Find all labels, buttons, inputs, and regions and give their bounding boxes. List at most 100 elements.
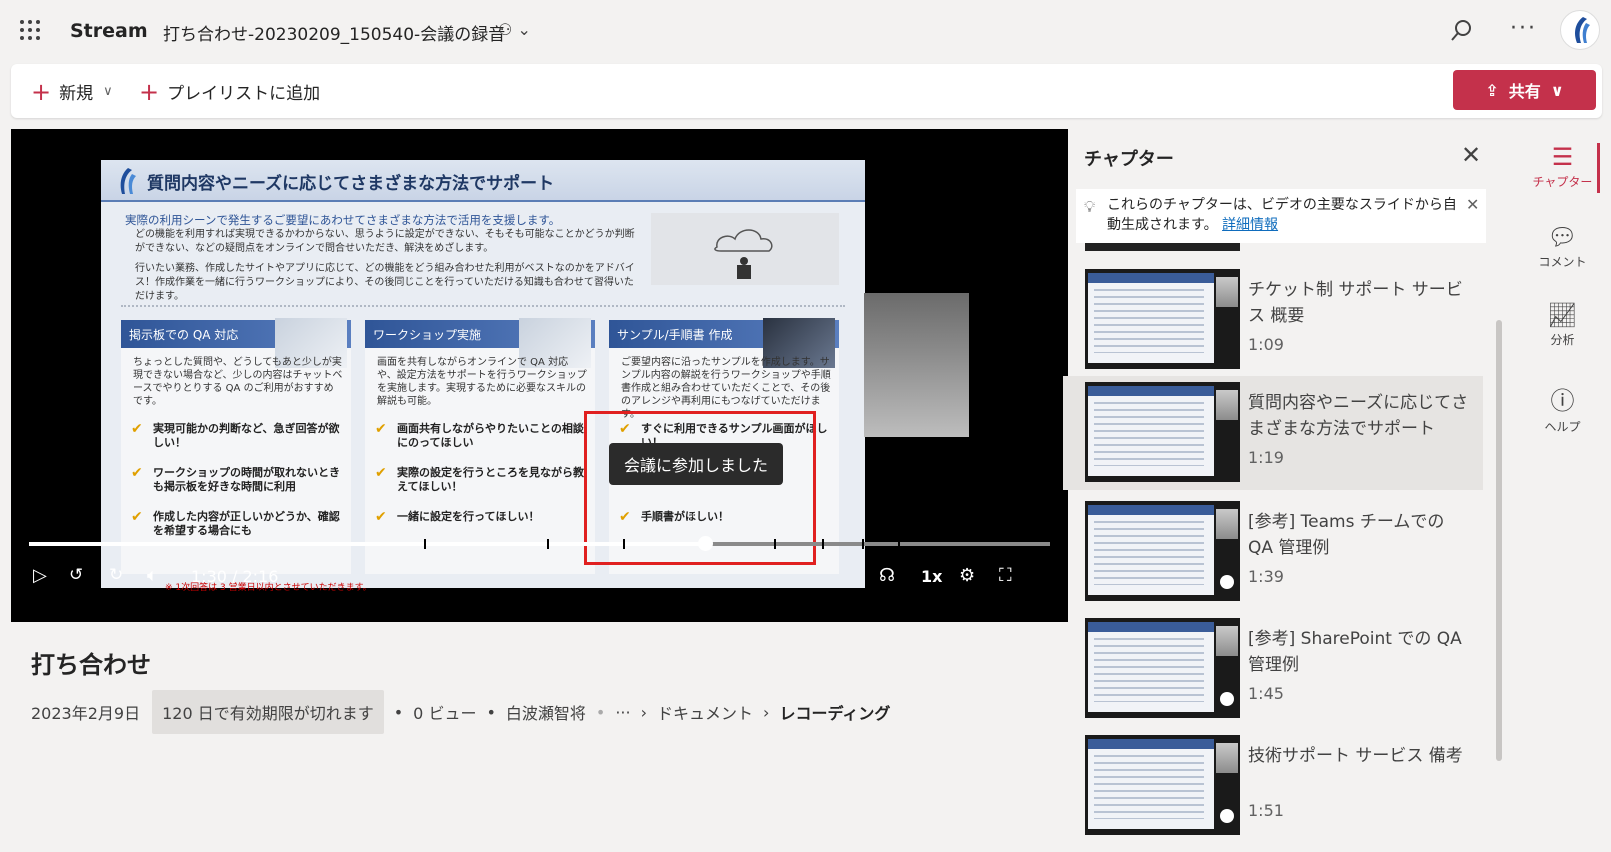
slide-column-qa: 掲示板での QA 対応 ちょっとした質問や、どうしてもあと少しが実現できない場合… [121,318,351,574]
chapter-marker[interactable] [424,539,427,549]
dismiss-icon[interactable]: ✕ [1466,195,1479,214]
chapter-marker[interactable] [622,539,625,549]
separator-dot: • [486,702,496,722]
rail-analytics-label: 分析 [1550,333,1575,347]
slide-header: 質問内容やニーズに応じてさまざまな方法でサポート [101,160,865,202]
app-name[interactable]: Stream [70,20,148,42]
chapter-thumbnail [1085,382,1240,482]
breadcrumb-recordings[interactable]: レコーディング [779,700,890,724]
search-icon[interactable] [1450,18,1474,42]
player-controls: ▷ ↺ ↻ 🔈︎ 1:30 / 2:16 ☊ 1x ⚙ ⛶ [11,561,1068,591]
view-count: 0 ビュー [413,704,477,723]
add-to-playlist-button[interactable]: + プレイリストに追加 [139,77,321,106]
joined-meeting-toast: 会議に参加しました [609,443,783,485]
chapter-item[interactable]: [参考] Teams チームでの QA 管理例 1:39 [1063,495,1483,609]
chapter-marker[interactable] [898,539,901,549]
chart-line-icon: 📈︎ [1547,301,1578,329]
column-body: 画面を共有しながらオンラインで QA 対応や、設定方法をサポートを行うワークショ… [377,357,587,407]
chapters-panel: チャプター ✕ 💡︎ これらのチャプターは、ビデオの主要なスライドから自動生成さ… [1063,129,1499,852]
chapter-title: [参考] SharePoint での QA 管理例 [1248,629,1462,675]
expiry-badge[interactable]: 120 日で有効期限が切れます [152,690,384,734]
fullscreen-icon[interactable]: ⛶ [999,565,1012,586]
slide-bullet: 行いたい業務、作成したサイトやアプリに応じて、どの機能をどう組み合わせた利用がベ… [135,263,635,302]
help-icon: ⓘ [1550,387,1575,415]
chapter-time: 1:19 [1248,448,1284,467]
separator-dot: • [393,702,404,722]
document-title[interactable]: 打ち合わせ-20230209_150540-会議の録音 [163,20,505,45]
video-player[interactable]: 質問内容やニーズに応じてさまざまな方法でサポート 実際の利用シーンで発生するご要… [11,129,1068,622]
learn-more-link[interactable]: 詳細情報 [1222,217,1278,233]
new-label: 新規 [59,84,94,104]
avatar[interactable] [1560,10,1600,50]
slide-title: 質問内容やニーズに応じてさまざまな方法でサポート [147,174,555,194]
chapter-title: チケット制 サポート サービス 概要 [1248,280,1463,326]
chapter-time: 1:39 [1248,567,1284,586]
check-item: 一緒に設定を行ってほしい！ [375,510,590,524]
cloud-illustration [651,213,839,285]
settings-gear-icon[interactable]: ⚙ [959,565,975,586]
chapter-marker[interactable] [547,539,550,549]
slide-divider [121,305,845,307]
more-options-icon[interactable]: ··· [1510,16,1537,41]
title-actions[interactable]: ⚇ ⌄ [498,20,531,39]
info-text: これらのチャプターは、ビデオの主要なスライドから自動生成されます。 [1107,197,1457,233]
close-icon[interactable]: ✕ [1461,141,1481,169]
right-rail: ☰ チャプター 💬︎ コメント 📈︎ 分析 ⓘ ヘルプ [1514,129,1611,852]
comment-icon: 💬︎ [1547,223,1578,251]
rail-analytics[interactable]: 📈︎ 分析 [1514,301,1611,348]
top-bar: Stream 打ち合わせ-20230209_150540-会議の録音 ⚇ ⌄ ·… [0,0,1611,60]
captions-speaker-icon[interactable]: ☊ [879,565,895,586]
chevron-down-icon: ∨ [1550,80,1564,100]
chapter-item[interactable]: チケット制 サポート サービス 概要 1:09 [1063,263,1483,377]
chapters-header: チャプター [1084,149,1174,170]
chapter-thumbnail [1085,618,1240,718]
chevron-right-icon: › [640,702,648,722]
webcam-feed [864,293,969,437]
check-item: 画面共有しながらやりたいことの相談にのってほしい [375,422,590,450]
separator-dot: • [595,702,606,722]
forward-10-icon[interactable]: ↻ [109,565,123,585]
chapter-title: 質問内容やニーズに応じてさまざまな方法でサポート [1248,393,1469,439]
add-playlist-label: プレイリストに追加 [167,84,321,104]
progress-bar[interactable] [29,536,1050,551]
column-body: ちょっとした質問や、どうしてもあと少しが実現できない場合など、少しの内容はチャッ… [133,357,343,407]
rail-comments[interactable]: 💬︎ コメント [1514,223,1611,270]
share-button[interactable]: ⇪ 共有 ∨ [1453,70,1596,110]
chapter-marker[interactable] [773,539,776,549]
chapter-time: 1:45 [1248,684,1284,703]
people-icon[interactable]: ⚇ [498,20,512,39]
rewind-10-icon[interactable]: ↺ [69,565,83,585]
chapter-thumbnail [1085,501,1240,601]
chapter-item[interactable]: 質問内容やニーズに応じてさまざまな方法でサポート 1:19 [1063,376,1483,490]
chapter-title: 技術サポート サービス 備考 [1248,746,1463,766]
check-item: 作成した内容が正しいかどうか、確認を希望する場合にも [131,510,346,538]
author-name[interactable]: 白波瀬智将 [506,700,586,724]
new-button[interactable]: + 新規 ∨ [31,79,113,105]
chapter-thumbnail-partial [1085,243,1240,251]
slide-bullet: どの機能を利用すれば実現できるかわからない、思うように設定ができない、そもそも可… [135,229,635,254]
app-launcher-icon[interactable] [20,20,40,40]
rail-chapters-label: チャプター [1532,175,1593,189]
chapter-marker[interactable] [822,539,825,549]
slide-column-workshop: ワークショップ実施 画面を共有しながらオンラインで QA 対応や、設定方法をサポ… [365,318,595,574]
upload-date: 2023年2月9日 [31,704,141,723]
breadcrumb-documents[interactable]: ドキュメント [657,700,753,724]
plus-icon: + [139,77,160,106]
rail-help-label: ヘルプ [1544,420,1581,434]
chapter-thumbnail [1085,269,1240,369]
chapter-scrollbar[interactable] [1496,320,1502,761]
rail-help[interactable]: ⓘ ヘルプ [1514,381,1611,435]
play-icon[interactable]: ▷ [33,565,47,586]
check-item: 実現可能かの判断など、急ぎ回答が欲しい！ [131,422,346,450]
volume-icon[interactable]: 🔈︎ [147,565,158,586]
chapter-item[interactable]: 技術サポート サービス 備考 1:51 [1063,729,1483,843]
progress-fill [29,542,706,546]
chapter-item[interactable]: [参考] SharePoint での QA 管理例 1:45 [1063,612,1483,726]
chevron-down-icon[interactable]: ⌄ [517,20,530,39]
chapters-info-banner: 💡︎ これらのチャプターは、ビデオの主要なスライドから自動生成されます。 詳細情… [1076,189,1486,243]
breadcrumb-more-icon[interactable]: ··· [615,703,630,722]
cursor-icon: ☝ [689,507,699,526]
chapter-marker[interactable] [862,539,865,549]
share-icon: ⇪ [1485,80,1499,100]
playback-speed-button[interactable]: 1x [921,567,942,586]
